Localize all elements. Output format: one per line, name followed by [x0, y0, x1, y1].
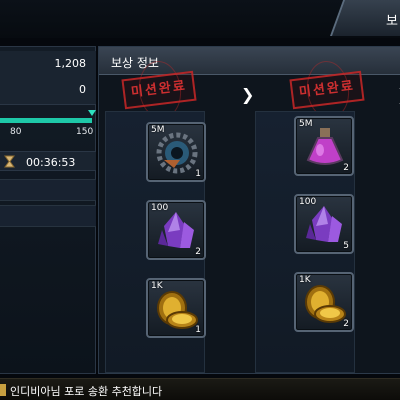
reward-info-panel: 보상 정보 미션완료 ❯ 5M 1 100 2 1K 1 미션완료 5M 2 1… [98, 46, 400, 374]
empty-slot-1[interactable] [0, 179, 96, 201]
potion-icon [306, 128, 344, 165]
crystal-icon [306, 206, 342, 242]
progress-fill [0, 118, 92, 123]
gear-icon [156, 132, 198, 174]
item-tag: 100 [151, 203, 169, 213]
stat-value-2: 0 [79, 83, 86, 96]
mission-complete-stamp-1: 미션완료 [121, 70, 197, 110]
item-count: 1 [195, 169, 201, 179]
left-status-panel: 1,208 0 80 150 00:36:53 [0, 46, 96, 374]
item-count: 5 [343, 241, 349, 251]
progress-tick-high: 150 [76, 127, 94, 137]
timer-row: 00:36:53 [0, 151, 96, 171]
top-tab-label[interactable]: 보 [386, 10, 398, 29]
item-count: 2 [195, 247, 201, 257]
item-tag: 1K [299, 275, 311, 285]
item-count: 2 [343, 163, 349, 173]
progress-marker-icon [88, 110, 96, 116]
crystal-icon [158, 212, 194, 248]
notice-ticker: 인디비아님 포로 송환 추천합니다 [0, 378, 400, 400]
stat-row-1: 1,208 [0, 51, 96, 79]
reward-item-gear[interactable]: 5M 1 [146, 122, 206, 182]
item-tag: 1K [151, 281, 163, 291]
coin-icon [157, 291, 198, 329]
progress-tick-low: 80 [10, 127, 22, 137]
stat-row-2: 0 [0, 77, 96, 105]
reward-column-1: 5M 1 100 2 1K 1 [105, 111, 206, 373]
arrow-right-icon: ❯ [241, 85, 255, 104]
timer-value: 00:36:53 [26, 156, 76, 169]
item-tag: 5M [299, 119, 313, 129]
progress-bar [0, 118, 92, 123]
stat-value-1: 1,208 [54, 57, 87, 70]
item-count: 1 [195, 325, 201, 335]
hourglass-icon [4, 155, 15, 168]
reward-column-2: 5M 2 100 5 1K 2 [255, 111, 355, 373]
notice-icon [0, 384, 6, 396]
reward-item-potion[interactable]: 5M 2 [294, 116, 354, 176]
reward-item-crystal[interactable]: 100 2 [146, 200, 206, 260]
reward-item-coin[interactable]: 1K 1 [146, 278, 206, 338]
mission-complete-stamp-2: 미션완료 [289, 70, 365, 110]
empty-slot-2[interactable] [0, 205, 96, 227]
notice-text: 인디비아님 포로 송환 추천합니다 [10, 385, 163, 398]
item-tag: 5M [151, 125, 165, 135]
item-count: 2 [343, 319, 349, 329]
reward-item-coin[interactable]: 1K 2 [294, 272, 354, 332]
coin-icon [305, 285, 346, 323]
reward-item-crystal[interactable]: 100 5 [294, 194, 354, 254]
item-tag: 100 [299, 197, 317, 207]
